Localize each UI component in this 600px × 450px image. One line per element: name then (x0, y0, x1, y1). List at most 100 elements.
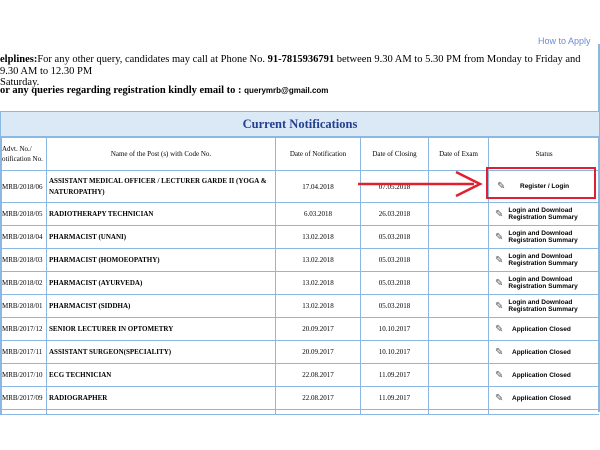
exam-date-cell (428, 271, 489, 295)
table-row: 09/MRB/2017 RADIOGRAPHER 22.08.2017 11.09.2… (1, 386, 599, 410)
status-cell (488, 409, 599, 414)
exam-date-cell (428, 363, 489, 387)
pencil-icon: ✎ (495, 277, 504, 289)
helpline-label: elplines: (0, 54, 38, 65)
post-name-cell: ECG TECHNICIAN (46, 363, 276, 387)
status-link[interactable]: ✎ Application Closed (495, 324, 597, 335)
header-status: Status (488, 137, 599, 171)
notification-date-cell: 13.02.2018 (275, 271, 361, 295)
status-link[interactable]: ✎ Login and Download Registration Summary (495, 253, 597, 267)
post-name-cell: PHARMACIST (SIDDHA) (46, 294, 276, 318)
closing-date-cell: 05.03.2018 (360, 248, 429, 272)
closing-date-cell: 11.09.2017 (360, 386, 429, 410)
table-row: 12/MRB/2017 SENIOR LECTURER IN OPTOMETRY 2… (1, 317, 599, 341)
post-name-cell: SENIOR LECTURER IN OPTOMETRY (46, 317, 276, 341)
status-cell: ✎ Login and Download Registration Summary (488, 202, 599, 226)
pencil-icon: ✎ (495, 254, 504, 266)
current-notifications-title: Current Notifications (1, 112, 599, 137)
pencil-icon: ✎ (495, 323, 504, 335)
advt-no-cell: 12/MRB/2017 (1, 317, 47, 341)
status-cell: ✎ Login and Download Registration Summary (488, 248, 599, 272)
status-link[interactable]: ✎ Login and Download Registration Summary (495, 207, 597, 221)
post-name-cell: ASSISTANT MEDICAL OFFICER / LECTURER GAR… (46, 170, 276, 203)
closing-date-cell: 05.03.2018 (360, 294, 429, 318)
pencil-icon: ✎ (495, 369, 504, 381)
notification-date-cell: 13.02.2018 (275, 225, 361, 249)
table-row: 11/MRB/2017 ASSISTANT SURGEON(SPECIALITY)… (1, 340, 599, 364)
closing-date-cell: 11.09.2017 (360, 363, 429, 387)
current-notifications-panel: Current Notifications Advt. No./ otifica… (0, 111, 599, 415)
helpline-phone: 91-7815936791 (267, 54, 335, 65)
exam-date-cell (428, 340, 489, 364)
exam-date-cell (428, 317, 489, 341)
status-cell: ✎ Application Closed (488, 317, 599, 341)
advt-no-cell: 11/MRB/2017 (1, 340, 47, 364)
closing-date-cell: 05.03.2018 (360, 225, 429, 249)
closing-date-cell: 05.03.2018 (360, 271, 429, 295)
notification-date-cell: 22.08.2017 (275, 363, 361, 387)
exam-date-cell (428, 409, 489, 414)
pencil-icon: ✎ (495, 231, 504, 243)
status-link[interactable]: ✎ Application Closed (495, 347, 597, 358)
table-row: 04/MRB/2018 PHARMACIST (UNANI) 13.02.2018 0… (1, 225, 599, 249)
advt-no-cell: 09/MRB/2017 (1, 386, 47, 410)
status-link-text: Application Closed (512, 325, 571, 333)
table-row: 03/MRB/2018 PHARMACIST (HOMOEOPATHY) 13.02… (1, 248, 599, 272)
notification-date-cell: 20.09.2017 (275, 340, 361, 364)
header-exam-date: Date of Exam (428, 137, 489, 171)
status-cell: ✎ Application Closed (488, 386, 599, 410)
table-row: 05/MRB/2018 RADIOTHERAPY TECHNICIAN 6.03.2… (1, 202, 599, 226)
table-row (1, 409, 599, 414)
closing-date-cell: 10.10.2017 (360, 317, 429, 341)
pencil-icon: ✎ (495, 300, 504, 312)
exam-date-cell (428, 225, 489, 249)
status-link[interactable]: ✎ Application Closed (495, 393, 597, 404)
status-link-text: Login and Download Registration Summary (508, 253, 578, 267)
post-name-cell: PHARMACIST (HOMOEOPATHY) (46, 248, 276, 272)
query-email-address[interactable]: querymrb@gmail.com (244, 86, 328, 95)
status-cell: ✎ Application Closed (488, 363, 599, 387)
exam-date-cell (428, 248, 489, 272)
red-arrow-icon (358, 170, 483, 198)
exam-date-cell (428, 386, 489, 410)
status-cell: ✎ Login and Download Registration Summary (488, 225, 599, 249)
table-row: 10/MRB/2017 ECG TECHNICIAN 22.08.2017 11.09… (1, 363, 599, 387)
exam-date-cell (428, 202, 489, 226)
status-cell: ✎ Login and Download Registration Summary (488, 271, 599, 295)
post-name-cell: PHARMACIST (AYURVEDA) (46, 271, 276, 295)
advt-no-cell: 10/MRB/2017 (1, 363, 47, 387)
status-link[interactable]: ✎ Login and Download Registration Summary (495, 230, 597, 244)
advt-no-cell: 03/MRB/2018 (1, 248, 47, 272)
status-link-text: Login and Download Registration Summary (508, 299, 578, 313)
notification-date-cell: 6.03.2018 (275, 202, 361, 226)
pencil-icon: ✎ (495, 346, 504, 358)
status-link[interactable]: ✎ Login and Download Registration Summary (495, 276, 597, 290)
header-notification-date: Date of Notification (275, 137, 361, 171)
notification-date-cell (275, 409, 361, 414)
post-name-cell: RADIOTHERAPY TECHNICIAN (46, 202, 276, 226)
status-link[interactable]: ✎ Application Closed (495, 370, 597, 381)
advt-no-cell (1, 409, 47, 414)
header-post-name: Name of the Post (s) with Code No. (46, 137, 276, 171)
header-advt-no: Advt. No./ otification No. (1, 137, 47, 171)
closing-date-cell (360, 409, 429, 414)
status-link-text: Application Closed (512, 394, 571, 402)
closing-date-cell: 26.03.2018 (360, 202, 429, 226)
advt-no-cell: 05/MRB/2018 (1, 202, 47, 226)
header-closing-date: Date of Closing (360, 137, 429, 171)
status-link-text: Login and Download Registration Summary (508, 230, 578, 244)
pencil-icon: ✎ (495, 392, 504, 404)
status-cell: ✎ Login and Download Registration Summary (488, 294, 599, 318)
post-name-cell: RADIOGRAPHER (46, 386, 276, 410)
status-cell: ✎ Application Closed (488, 340, 599, 364)
closing-date-cell: 10.10.2017 (360, 340, 429, 364)
email-line-text: or any queries regarding registration ki… (0, 85, 245, 96)
advt-no-cell: 04/MRB/2018 (1, 225, 47, 249)
advt-no-cell: 02/MRB/2018 (1, 271, 47, 295)
post-name-cell (46, 409, 276, 414)
helpline-text-before: For any other query, candidates may call… (37, 54, 268, 65)
status-link[interactable]: ✎ Login and Download Registration Summary (495, 299, 597, 313)
pencil-icon: ✎ (495, 208, 504, 220)
advt-no-cell: 06/MRB/2018 (1, 170, 47, 203)
notification-date-cell: 13.02.2018 (275, 248, 361, 272)
